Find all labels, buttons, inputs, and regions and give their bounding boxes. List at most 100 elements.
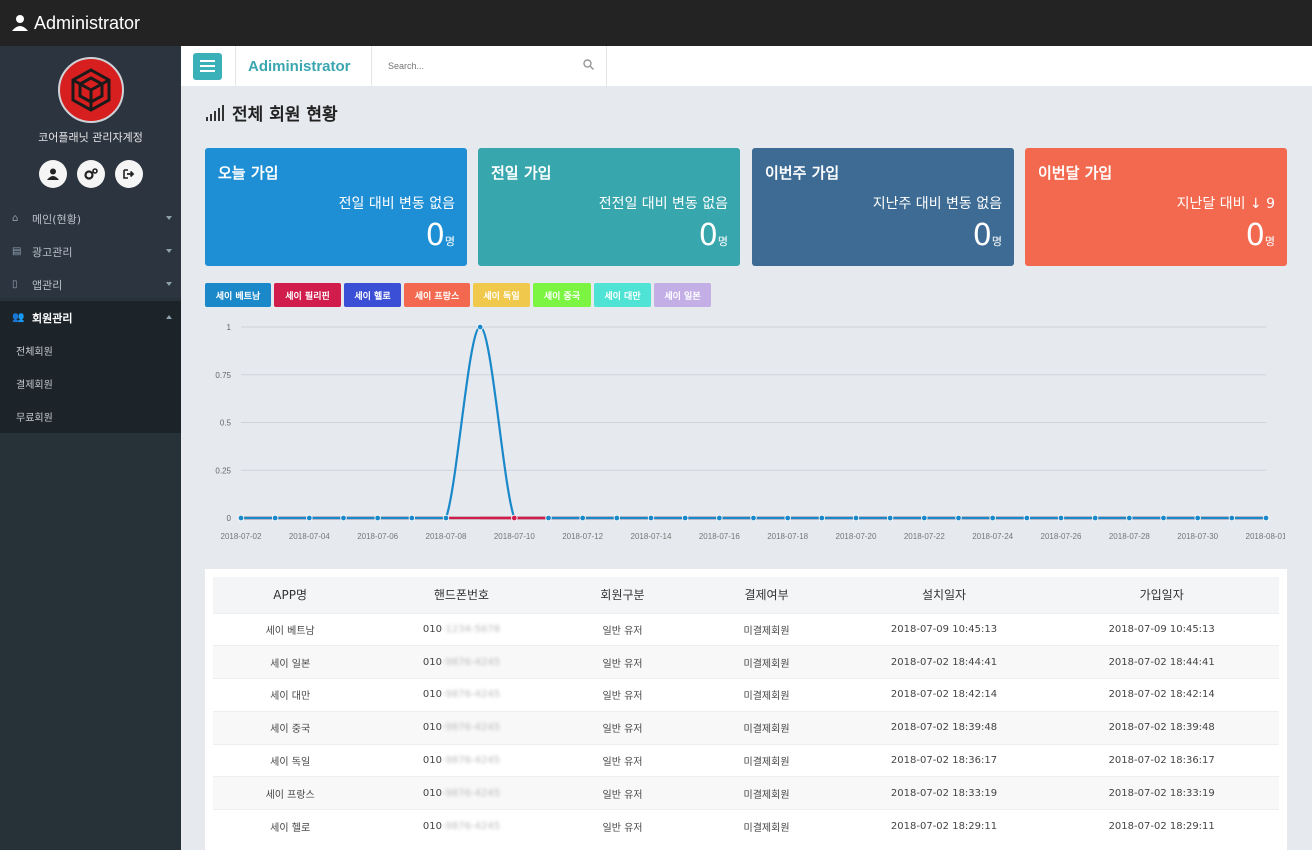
users-icon: 👥: [12, 312, 25, 323]
column-header[interactable]: 설치일자: [843, 577, 1045, 613]
data-point: [921, 514, 928, 522]
hamburger-icon: [200, 60, 215, 62]
settings-button[interactable]: [76, 160, 105, 188]
data-point: [1091, 514, 1099, 522]
legend-item[interactable]: 세이 헬로: [344, 283, 401, 307]
home-icon: ⌂: [12, 213, 19, 224]
y-tick-label: 0: [227, 514, 232, 523]
x-tick-label: 2018-07-06: [357, 532, 398, 541]
menu-toggle-button[interactable]: [193, 52, 222, 80]
data-point: [1126, 514, 1133, 522]
member-table-panel: APP명 핸드폰번호 회원구분 결제여부 설치일자 가입일자 세이 베트남 010-1234…: [205, 569, 1287, 850]
x-tick-label: 2018-07-16: [699, 532, 740, 541]
card-value: 0명: [1245, 218, 1275, 253]
phone-prefix: 010: [422, 755, 442, 767]
sidebar-item-ads[interactable]: ▤ 광고관리: [0, 235, 181, 268]
legend-item[interactable]: 세이 대만: [594, 283, 651, 307]
x-tick-label: 2018-07-14: [631, 532, 672, 541]
brand-logo: [57, 57, 124, 123]
table-cell: 010-9876-4245: [367, 743, 556, 777]
topbar-brand[interactable]: Adiministrator: [235, 46, 371, 86]
phone-masked: -9876-4245: [441, 820, 501, 832]
table-cell: 일반 유저: [555, 809, 690, 843]
cogs-icon: [83, 165, 98, 184]
data-point: [818, 514, 826, 522]
card-value: 0명: [425, 218, 455, 253]
table-cell: 2018-07-02 18:29:11: [843, 809, 1045, 843]
sidebar-submenu: 전체회원 결제회원 무료회원: [0, 334, 181, 433]
y-tick-label: 1: [227, 323, 232, 332]
table-cell: 미결제회원: [689, 809, 844, 843]
table-cell: 미결제회원: [689, 612, 844, 646]
phone-prefix: 010: [422, 722, 442, 734]
table-row[interactable]: 세이 베트남 010-1234-5678 일반 유저 미결제회원 2018-07-09 …: [213, 612, 1279, 646]
sidebar-subitem-paid[interactable]: 결제회원: [0, 367, 181, 400]
y-tick-label: 0.5: [220, 419, 232, 428]
search-input[interactable]: [388, 61, 583, 71]
x-tick-label: 2018-07-26: [1041, 532, 1082, 541]
table-cell: 세이 독일: [213, 743, 368, 777]
legend-item[interactable]: 세이 프랑스: [404, 283, 470, 307]
table-row[interactable]: 세이 헬로 010-9876-4245 일반 유저 미결제회원 2018-07-02 1…: [213, 809, 1279, 843]
card-title: 전일 가입: [491, 164, 552, 182]
sidebar-subitem-free[interactable]: 무료회원: [0, 400, 181, 433]
sidebar-item-members[interactable]: 👥 회원관리: [0, 301, 181, 334]
table-row[interactable]: 세이 독일 010-9876-4245 일반 유저 미결제회원 2018-07-02 1…: [213, 743, 1279, 777]
table-cell: 일반 유저: [555, 678, 690, 712]
stat-card-month: 이번달 가입 지난달 대비 ↓ 9 0명: [1025, 148, 1287, 266]
brand-name: 코어플래닛 관리자계정: [38, 131, 143, 144]
phone-masked: -1234-5678: [441, 623, 501, 635]
data-point: [989, 514, 996, 522]
card-subtitle: 전전일 대비 변동 없음: [598, 196, 728, 212]
legend-item[interactable]: 세이 일본: [654, 283, 711, 307]
column-header[interactable]: 회원구분: [555, 577, 690, 613]
logout-button[interactable]: [114, 160, 143, 188]
search-icon[interactable]: [583, 59, 595, 73]
caret-down-icon: [166, 282, 172, 286]
data-point: [340, 514, 347, 522]
signal-icon: [206, 104, 224, 121]
column-header[interactable]: 결제여부: [689, 577, 844, 613]
x-tick-label: 2018-07-08: [426, 532, 467, 541]
table-row[interactable]: 세이 중국 010-9876-4245 일반 유저 미결제회원 2018-07-02 1…: [213, 710, 1279, 745]
column-header[interactable]: APP명: [213, 577, 368, 613]
phone-prefix: 010: [422, 787, 442, 799]
x-tick-label: 2018-07-22: [904, 532, 945, 541]
table-cell: 2018-07-02 18:42:14: [1044, 678, 1279, 712]
stat-card-today: 오늘 가입 전일 대비 변동 없음 0명: [205, 148, 467, 266]
sidebar-item-main[interactable]: ⌂ 메인(현황): [0, 202, 181, 235]
table-cell: 010-9876-4245: [367, 678, 556, 712]
table-row[interactable]: 세이 대만 010-9876-4245 일반 유저 미결제회원 2018-07-02 1…: [213, 678, 1279, 712]
table-row[interactable]: 세이 일본 010-9876-4245 일반 유저 미결제회원 2018-07-02 1…: [213, 645, 1279, 679]
sidebar-item-apps[interactable]: ▯ 앱관리: [0, 268, 181, 301]
data-point: [442, 514, 450, 522]
table-row[interactable]: 세이 프랑스 010-9876-4245 일반 유저 미결제회원 2018-07-02 …: [213, 776, 1279, 810]
tablet-icon: ▯: [12, 279, 18, 290]
legend-item[interactable]: 세이 독일: [473, 283, 530, 307]
legend-item[interactable]: 세이 필리핀: [274, 283, 341, 307]
table-cell: 010-9876-4245: [367, 710, 556, 745]
table-cell: 2018-07-02 18:33:19: [1044, 776, 1279, 810]
table-cell: 일반 유저: [555, 743, 690, 777]
sidebar-item-label: 앱관리: [32, 278, 63, 292]
data-point: [579, 514, 586, 522]
phone-prefix: 010: [422, 820, 442, 832]
table-cell: 세이 중국: [213, 710, 368, 745]
legend-item[interactable]: 세이 베트남: [205, 283, 271, 307]
data-point: [886, 514, 894, 522]
data-point: [1057, 514, 1065, 522]
profile-button[interactable]: [38, 160, 67, 188]
table-cell: 미결제회원: [689, 710, 844, 745]
table-cell: 010-9876-4245: [367, 645, 556, 679]
chart-legend: 세이 베트남 세이 필리핀 세이 헬로 세이 프랑스 세이 독일 세이 중국 세이 대만 세이…: [205, 283, 711, 307]
table-cell: 세이 헬로: [213, 809, 368, 843]
column-header[interactable]: 핸드폰번호: [367, 577, 556, 613]
search-box: [371, 46, 607, 86]
column-header[interactable]: 가입일자: [1044, 577, 1279, 613]
sidebar: 코어플래닛 관리자계정 ⌂ 메인(현황) ▤ 광고관리 ▯ 앱관리 👥 회원관리…: [0, 46, 181, 850]
page-title: 전체 회원 현황: [206, 100, 338, 125]
card-value: 0명: [972, 218, 1002, 253]
x-tick-label: 2018-07-04: [289, 532, 330, 541]
sidebar-subitem-all[interactable]: 전체회원: [0, 334, 181, 367]
legend-item[interactable]: 세이 중국: [533, 283, 591, 307]
